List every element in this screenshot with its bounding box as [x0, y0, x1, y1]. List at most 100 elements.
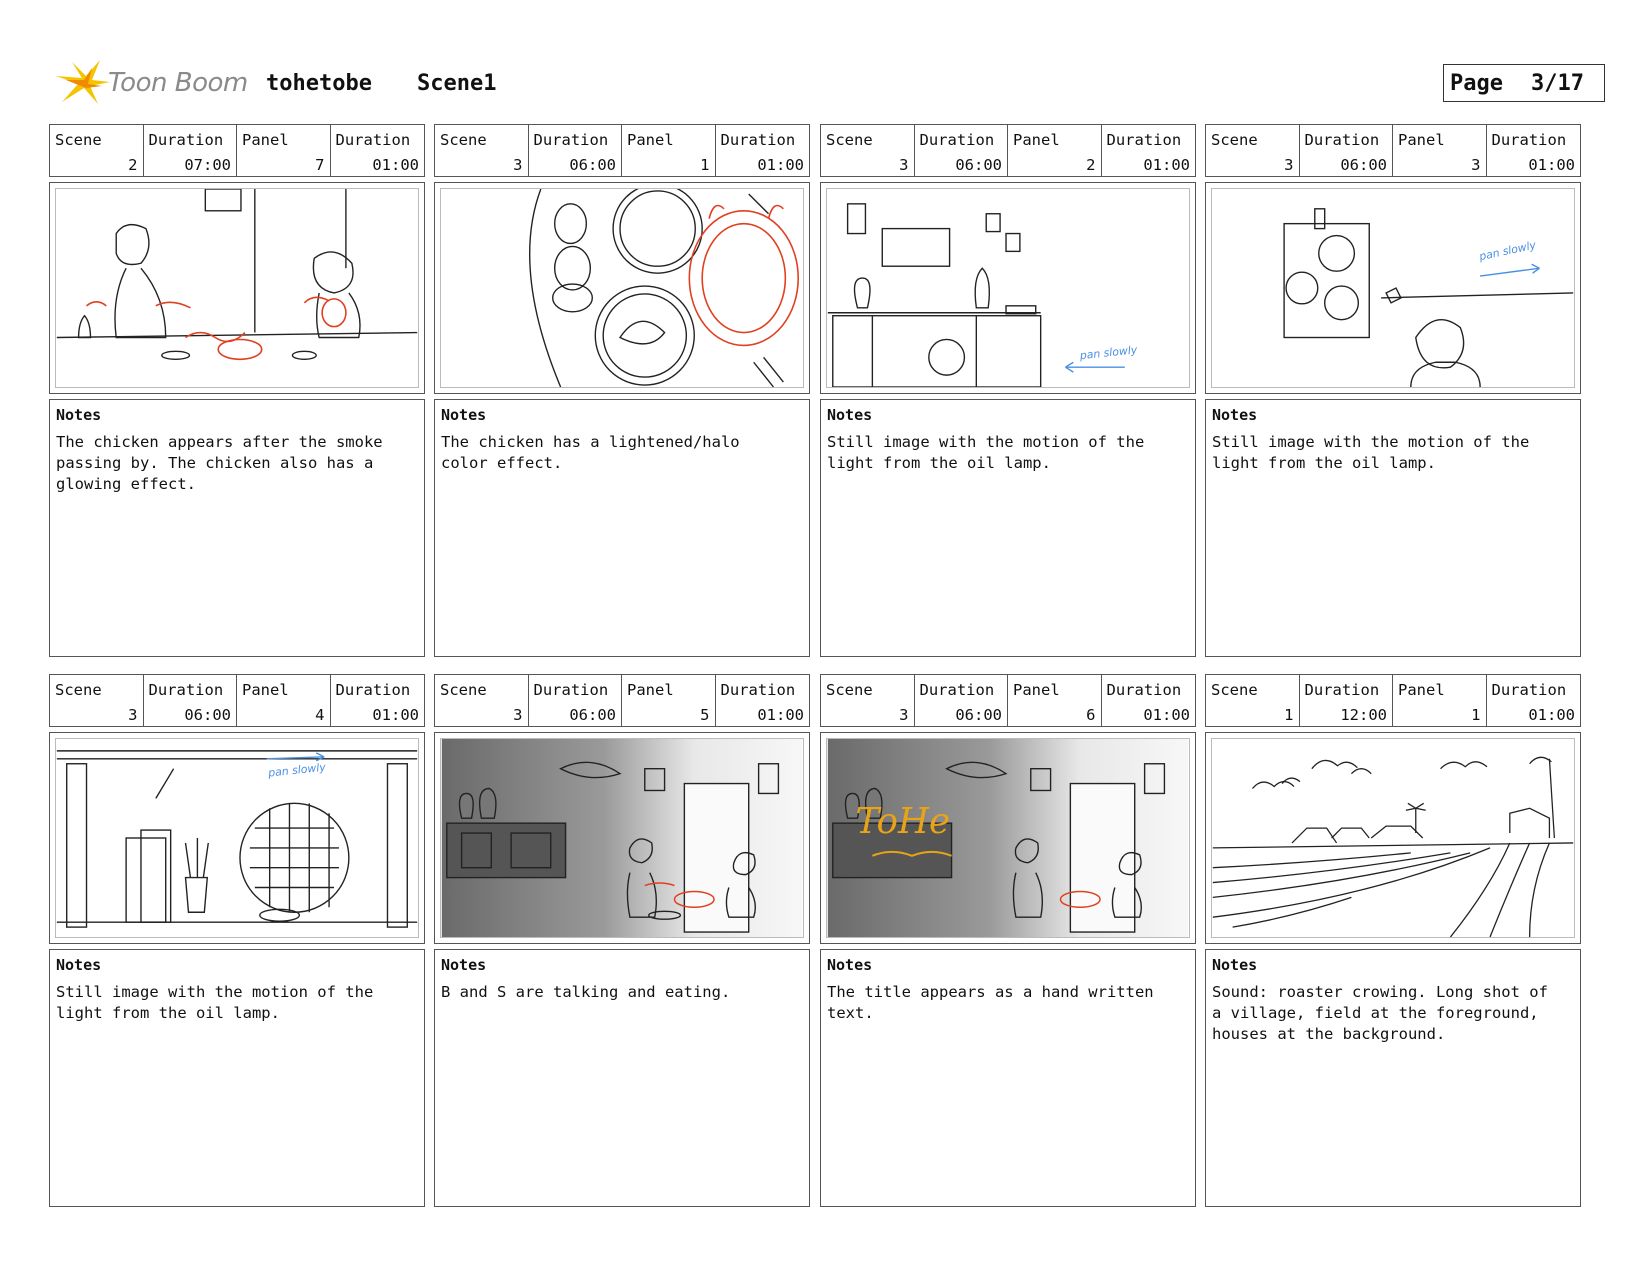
notes-label: Notes — [1212, 406, 1258, 424]
panel-duration: 01:00 — [757, 156, 804, 174]
scene-duration: 06:00 — [569, 706, 616, 724]
scene-label: Scene — [1211, 131, 1258, 149]
scene-number: 2 — [128, 156, 138, 174]
panel-image-frame[interactable]: ToHe — [820, 732, 1196, 944]
scene-number: 3 — [128, 706, 138, 724]
sketch-window-interior: pan slowly — [56, 750, 418, 928]
panel-image-frame[interactable] — [1205, 732, 1581, 944]
panel-notes[interactable]: Notes The chicken has a lightened/halo c… — [434, 399, 810, 657]
panel-label: Panel — [627, 681, 674, 699]
duration-label: Duration — [148, 131, 224, 149]
sketch-food-table — [529, 189, 800, 387]
sketch-shaded-room — [441, 739, 803, 937]
sketch-cabinet-wall: pan slowly — [827, 203, 1138, 387]
sketch-family-photo: pan slowly — [1283, 208, 1574, 387]
storyboard-header: Toon Boom tohetobe Scene1 Page 3/17 — [52, 56, 1612, 116]
panel-notes[interactable]: Notes B and S are talking and eating. — [434, 949, 810, 1207]
panel-image-frame[interactable] — [434, 182, 810, 394]
scene-number: 3 — [513, 156, 523, 174]
panel-notes[interactable]: Notes Still image with the motion of the… — [49, 949, 425, 1207]
sketch-family-dinner — [56, 189, 418, 361]
duration-label: Duration — [1304, 681, 1380, 699]
panel-image-frame[interactable]: pan slowly — [820, 182, 1196, 394]
panel-duration: 01:00 — [1143, 156, 1190, 174]
panel-duration: 01:00 — [372, 706, 419, 724]
scene-duration: 06:00 — [955, 156, 1002, 174]
panel-label: Panel — [1013, 131, 1060, 149]
panel-notes[interactable]: Notes The title appears as a hand writte… — [820, 949, 1196, 1207]
notes-label: Notes — [56, 956, 102, 974]
duration-label: Duration — [919, 131, 995, 149]
panel-duration: 01:00 — [1528, 706, 1575, 724]
notes-text: Sound: roaster crowing. Long shot of a v… — [1212, 983, 1548, 1043]
panel-label: Panel — [627, 131, 674, 149]
notes-text: Still image with the motion of the light… — [1212, 433, 1530, 472]
sketch-village-landscape — [1212, 756, 1574, 937]
duration-label: Duration — [533, 131, 609, 149]
scene-label: Scene — [826, 131, 873, 149]
panel-notes[interactable]: Notes Sound: roaster crowing. Long shot … — [1205, 949, 1581, 1207]
panel-label: Panel — [242, 131, 289, 149]
notes-label: Notes — [56, 406, 102, 424]
panel-image-frame[interactable] — [434, 732, 810, 944]
scene-label: Scene — [1211, 681, 1258, 699]
scene-title: Scene1 — [417, 71, 497, 96]
panel-info: Scene 1 Duration 12:00 Panel 1 Duration 01:0… — [1205, 674, 1581, 727]
notes-label: Notes — [441, 956, 487, 974]
scene-duration: 06:00 — [1340, 156, 1387, 174]
scene-number: 3 — [899, 706, 909, 724]
panel-number: 5 — [700, 706, 710, 724]
panel-duration: 01:00 — [757, 706, 804, 724]
notes-label: Notes — [441, 406, 487, 424]
scene-label: Scene — [440, 681, 487, 699]
panel-image-frame[interactable]: pan slowly — [1205, 182, 1581, 394]
logo-star-icon — [56, 60, 110, 104]
notes-text: The title appears as a hand written text… — [827, 983, 1154, 1022]
duration-label: Duration — [335, 681, 411, 699]
notes-label: Notes — [1212, 956, 1258, 974]
scene-duration: 06:00 — [569, 156, 616, 174]
panel-notes[interactable]: Notes Still image with the motion of the… — [1205, 399, 1581, 657]
duration-label: Duration — [148, 681, 224, 699]
page-value: 3/17 — [1530, 70, 1584, 96]
panel-info: Scene 3 Duration 06:00 Panel 2 Duration 01:0… — [820, 124, 1196, 177]
duration-label: Duration — [1491, 681, 1567, 699]
panel-image-frame[interactable]: pan slowly — [49, 732, 425, 944]
page-indicator: Page 3/17 — [1443, 64, 1605, 102]
panel-notes[interactable]: Notes Still image with the motion of the… — [820, 399, 1196, 657]
panel-label: Panel — [1398, 681, 1445, 699]
scene-number: 3 — [513, 706, 523, 724]
logo-text: Toon Boom — [108, 68, 248, 98]
pan-annotation: pan slowly — [1477, 238, 1538, 263]
scene-duration: 06:00 — [955, 706, 1002, 724]
duration-label: Duration — [720, 131, 796, 149]
scene-duration: 06:00 — [184, 706, 231, 724]
pan-annotation: pan slowly — [1078, 343, 1138, 362]
panel-label: Panel — [1398, 131, 1445, 149]
panel-duration: 01:00 — [372, 156, 419, 174]
panel-number: 4 — [315, 706, 325, 724]
pan-annotation: pan slowly — [267, 761, 327, 780]
panel-number: 1 — [1471, 706, 1481, 724]
scene-duration: 12:00 — [1340, 706, 1387, 724]
notes-text: The chicken has a lightened/halo color e… — [441, 433, 740, 472]
notes-text: Still image with the motion of the light… — [56, 983, 374, 1022]
panel-duration: 01:00 — [1143, 706, 1190, 724]
page-label: Page — [1450, 70, 1503, 96]
project-name: tohetobe — [266, 71, 372, 96]
duration-label: Duration — [1304, 131, 1380, 149]
scene-label: Scene — [826, 681, 873, 699]
panel-info: Scene 3 Duration 06:00 Panel 1 Duration 01:0… — [434, 124, 810, 177]
scene-label: Scene — [55, 681, 102, 699]
duration-label: Duration — [1106, 131, 1182, 149]
toon-boom-logo: Toon Boom — [52, 56, 252, 110]
panel-number: 1 — [700, 156, 710, 174]
panel-number: 3 — [1471, 156, 1481, 174]
duration-label: Duration — [1106, 681, 1182, 699]
duration-label: Duration — [1491, 131, 1567, 149]
duration-label: Duration — [533, 681, 609, 699]
panel-notes[interactable]: Notes The chicken appears after the smok… — [49, 399, 425, 657]
panel-info: Scene 3 Duration 06:00 Panel 3 Duration 01:0… — [1205, 124, 1581, 177]
scene-label: Scene — [440, 131, 487, 149]
panel-image-frame[interactable] — [49, 182, 425, 394]
